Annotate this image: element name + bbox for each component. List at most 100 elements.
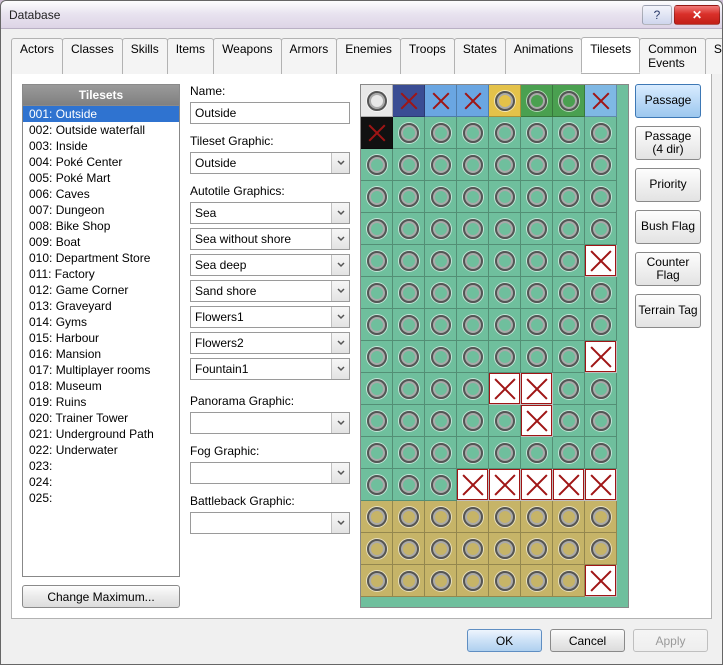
tile-cell[interactable] bbox=[425, 277, 457, 309]
tileset-list-item[interactable]: 023: bbox=[23, 458, 179, 474]
autotile-combo-3[interactable]: Sand shore bbox=[190, 280, 350, 302]
tile-cell[interactable] bbox=[521, 149, 553, 181]
tile-cell[interactable] bbox=[489, 213, 521, 245]
tab-tilesets[interactable]: Tilesets bbox=[581, 37, 640, 73]
tile-cell[interactable] bbox=[553, 181, 585, 213]
tile-cell[interactable] bbox=[585, 437, 617, 469]
tile-cell[interactable] bbox=[585, 117, 617, 149]
tileset-listbox[interactable]: 001: Outside002: Outside waterfall003: I… bbox=[22, 106, 180, 577]
tile-cell[interactable] bbox=[361, 437, 393, 469]
tile-cell[interactable] bbox=[393, 213, 425, 245]
tile-cell[interactable] bbox=[457, 533, 489, 565]
mode-bush-flag[interactable]: Bush Flag bbox=[635, 210, 701, 244]
tile-cell[interactable] bbox=[425, 533, 457, 565]
tile-cell[interactable] bbox=[489, 341, 521, 373]
tile-cell[interactable] bbox=[457, 309, 489, 341]
change-maximum-button[interactable]: Change Maximum... bbox=[22, 585, 180, 608]
tab-animations[interactable]: Animations bbox=[505, 38, 582, 74]
panorama-combo[interactable] bbox=[190, 412, 350, 434]
tile-cell[interactable] bbox=[489, 437, 521, 469]
tile-cell[interactable] bbox=[553, 533, 585, 565]
autotile-combo-4[interactable]: Flowers1 bbox=[190, 306, 350, 328]
tile-cell[interactable] bbox=[585, 149, 617, 181]
tile-cell[interactable] bbox=[361, 277, 393, 309]
tab-skills[interactable]: Skills bbox=[122, 38, 168, 74]
tile-cell[interactable] bbox=[585, 277, 617, 309]
tile-cell[interactable] bbox=[361, 533, 393, 565]
tile-cell[interactable] bbox=[425, 373, 457, 405]
tileset-list-item[interactable]: 006: Caves bbox=[23, 186, 179, 202]
tile-cell[interactable] bbox=[393, 245, 425, 277]
tile-cell[interactable] bbox=[489, 309, 521, 341]
tile-cell[interactable] bbox=[425, 245, 457, 277]
tile-cell[interactable] bbox=[585, 309, 617, 341]
tile-cell[interactable] bbox=[361, 565, 393, 597]
cancel-button[interactable]: Cancel bbox=[550, 629, 625, 652]
apply-button[interactable]: Apply bbox=[633, 629, 708, 652]
tileset-list-item[interactable]: 021: Underground Path bbox=[23, 426, 179, 442]
tile-cell[interactable] bbox=[425, 213, 457, 245]
tab-items[interactable]: Items bbox=[167, 38, 214, 74]
tab-armors[interactable]: Armors bbox=[281, 38, 338, 74]
tile-cell[interactable] bbox=[553, 469, 585, 501]
tile-cell[interactable] bbox=[457, 405, 489, 437]
tile-cell[interactable] bbox=[585, 85, 617, 117]
tile-cell[interactable] bbox=[521, 245, 553, 277]
mode-passage-4-dir-[interactable]: Passage (4 dir) bbox=[635, 126, 701, 160]
tile-cell[interactable] bbox=[457, 565, 489, 597]
tileset-list-item[interactable]: 011: Factory bbox=[23, 266, 179, 282]
tile-cell[interactable] bbox=[361, 149, 393, 181]
tileset-list-item[interactable]: 013: Graveyard bbox=[23, 298, 179, 314]
tab-weapons[interactable]: Weapons bbox=[213, 38, 281, 74]
tileset-list-item[interactable]: 012: Game Corner bbox=[23, 282, 179, 298]
tile-cell[interactable] bbox=[521, 533, 553, 565]
tile-cell[interactable] bbox=[457, 245, 489, 277]
tile-cell[interactable] bbox=[361, 213, 393, 245]
autotile-combo-0[interactable]: Sea bbox=[190, 202, 350, 224]
tile-cell[interactable] bbox=[489, 565, 521, 597]
tile-cell[interactable] bbox=[553, 501, 585, 533]
mode-passage[interactable]: Passage bbox=[635, 84, 701, 118]
tab-system[interactable]: System bbox=[705, 38, 723, 74]
tile-cell[interactable] bbox=[425, 501, 457, 533]
tile-cell[interactable] bbox=[393, 181, 425, 213]
tileset-list-item[interactable]: 016: Mansion bbox=[23, 346, 179, 362]
tile-cell[interactable] bbox=[553, 149, 585, 181]
tileset-list-item[interactable]: 020: Trainer Tower bbox=[23, 410, 179, 426]
mode-terrain-tag[interactable]: Terrain Tag bbox=[635, 294, 701, 328]
tile-cell[interactable] bbox=[521, 309, 553, 341]
tile-cell[interactable] bbox=[489, 245, 521, 277]
tile-cell[interactable] bbox=[585, 469, 617, 501]
mode-counter-flag[interactable]: Counter Flag bbox=[635, 252, 701, 286]
tile-cell[interactable] bbox=[457, 117, 489, 149]
tile-cell[interactable] bbox=[361, 373, 393, 405]
tab-actors[interactable]: Actors bbox=[11, 38, 63, 74]
tileset-list-item[interactable]: 022: Underwater bbox=[23, 442, 179, 458]
tile-cell[interactable] bbox=[425, 181, 457, 213]
tile-cell[interactable] bbox=[521, 405, 553, 437]
tileset-list-item[interactable]: 005: Poké Mart bbox=[23, 170, 179, 186]
tile-cell[interactable] bbox=[585, 181, 617, 213]
tile-cell[interactable] bbox=[361, 117, 393, 149]
name-input[interactable] bbox=[190, 102, 350, 124]
tile-cell[interactable] bbox=[393, 117, 425, 149]
tile-cell[interactable] bbox=[425, 85, 457, 117]
tile-cell[interactable] bbox=[489, 533, 521, 565]
tab-common-events[interactable]: Common Events bbox=[639, 38, 706, 74]
tab-states[interactable]: States bbox=[454, 38, 506, 74]
tile-cell[interactable] bbox=[457, 277, 489, 309]
tile-cell[interactable] bbox=[489, 149, 521, 181]
tile-cell[interactable] bbox=[425, 117, 457, 149]
tile-cell[interactable] bbox=[489, 117, 521, 149]
tileset-list-item[interactable]: 001: Outside bbox=[23, 106, 179, 122]
tileset-list-item[interactable]: 007: Dungeon bbox=[23, 202, 179, 218]
tileset-list-item[interactable]: 003: Inside bbox=[23, 138, 179, 154]
tile-cell[interactable] bbox=[457, 437, 489, 469]
battleback-combo[interactable] bbox=[190, 512, 350, 534]
tileset-list-item[interactable]: 017: Multiplayer rooms bbox=[23, 362, 179, 378]
tile-cell[interactable] bbox=[521, 181, 553, 213]
tile-cell[interactable] bbox=[457, 149, 489, 181]
autotile-combo-5[interactable]: Flowers2 bbox=[190, 332, 350, 354]
tile-cell[interactable] bbox=[585, 565, 617, 597]
tileset-list-item[interactable]: 025: bbox=[23, 490, 179, 506]
